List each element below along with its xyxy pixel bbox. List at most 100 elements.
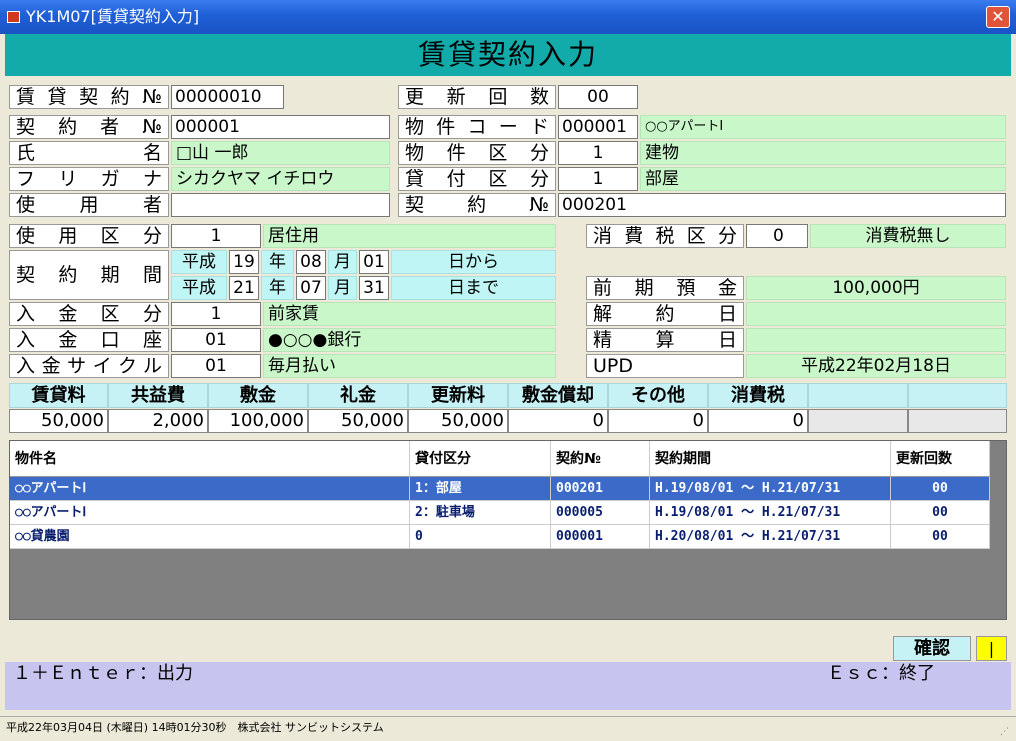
fee-header-common: 共益費 — [108, 383, 208, 408]
grid-cell-contract-no: 000005 — [551, 501, 650, 525]
upd-value: 平成22年02月18日 — [746, 354, 1006, 378]
table-row[interactable]: ○○アパートⅠ 2：駐車場 000005 H.19/08/01 ～ H.21/0… — [10, 501, 990, 525]
period-to-year[interactable]: 21 — [229, 276, 259, 300]
fee-renewal-field[interactable]: 50,000 — [408, 409, 508, 433]
fee-deposit-field[interactable]: 100,000 — [208, 409, 308, 433]
grid-cell-period: H.20/08/01 ～ H.21/07/31 — [650, 525, 891, 549]
period-from-month-unit: 月 — [328, 250, 357, 274]
grid-cell-property: ○○アパートⅠ — [10, 477, 410, 501]
fee-header-renewal: 更新料 — [408, 383, 508, 408]
table-row[interactable]: ○○貸農園 0 000001 H.20/08/01 ～ H.21/07/31 0… — [10, 525, 990, 549]
contract-no-field[interactable]: 00000010 — [171, 85, 284, 109]
fee-blank-field-2 — [908, 409, 1007, 433]
grid-cell-period: H.19/08/01 ～ H.21/07/31 — [650, 477, 891, 501]
resize-grip-icon[interactable]: ⋰ — [1000, 726, 1012, 738]
tax-kbn-label: 消費税区分 — [586, 224, 744, 248]
grid-col-property[interactable]: 物件名 — [10, 441, 410, 477]
fee-deposit-amort-field[interactable]: 0 — [508, 409, 608, 433]
property-kbn-name: 建物 — [640, 141, 1006, 165]
grid-cell-property: ○○アパートⅠ — [10, 501, 410, 525]
property-name: ○○アパートⅠ — [640, 115, 1006, 139]
keiyaku-no-field[interactable]: 000201 — [558, 193, 1006, 217]
lend-kbn-name: 部屋 — [640, 167, 1006, 191]
pay-kbn-name: 前家賃 — [263, 302, 556, 326]
pay-kbn-label: 入金区分 — [9, 302, 169, 326]
period-to-year-unit: 年 — [261, 276, 294, 300]
fee-header-other: その他 — [608, 383, 708, 408]
prepaid-label: 前期預金 — [586, 276, 744, 300]
cancel-date-value — [746, 302, 1006, 326]
name-value: □山 一郎 — [171, 141, 390, 165]
fee-header-blank-1 — [808, 383, 908, 408]
period-from-day[interactable]: 01 — [359, 250, 389, 274]
settle-date-value — [746, 328, 1006, 352]
grid-col-period[interactable]: 契約期間 — [650, 441, 891, 477]
period-from-era: 平成 — [171, 250, 227, 274]
tenant-no-field[interactable]: 000001 — [171, 115, 390, 139]
fee-header-deposit-amort: 敷金償却 — [508, 383, 608, 408]
fee-header-rent: 賃貸料 — [9, 383, 108, 408]
fee-header-tax: 消費税 — [708, 383, 808, 408]
property-code-field[interactable]: 000001 — [558, 115, 638, 139]
user-field[interactable] — [171, 193, 390, 217]
pay-account-name: ●○○●銀行 — [263, 328, 556, 352]
use-kbn-name: 居住用 — [263, 224, 556, 248]
period-to-month-unit: 月 — [328, 276, 357, 300]
fee-other-field[interactable]: 0 — [608, 409, 708, 433]
property-kbn-label: 物件区分 — [398, 141, 556, 165]
fee-header-deposit: 敷金 — [208, 383, 308, 408]
period-from-year-unit: 年 — [261, 250, 294, 274]
exit-key-hint: Ｅｓｃ：終了 — [827, 663, 935, 684]
fee-header-blank-2 — [908, 383, 1007, 408]
use-kbn-label: 使用区分 — [9, 224, 169, 248]
grid-col-renew[interactable]: 更新回数 — [891, 441, 990, 477]
keiyaku-no-label: 契約№ — [398, 193, 556, 217]
period-from-suffix: 日から — [391, 250, 556, 274]
grid-cell-lend-kbn: 2：駐車場 — [410, 501, 551, 525]
renew-count-label: 更新回数 — [398, 85, 556, 109]
table-row[interactable]: ○○アパートⅠ 1：部屋 000201 H.19/08/01 ～ H.21/07… — [10, 477, 990, 501]
name-label: 氏名 — [9, 141, 169, 165]
fee-tax-field[interactable]: 0 — [708, 409, 808, 433]
period-to-day[interactable]: 31 — [359, 276, 389, 300]
settle-date-label: 精算日 — [586, 328, 744, 352]
fee-common-field[interactable]: 2,000 — [108, 409, 208, 433]
use-kbn-field[interactable]: 1 — [171, 224, 261, 248]
grid-col-lend-kbn[interactable]: 貸付区分 — [410, 441, 551, 477]
property-code-label: 物件コード — [398, 115, 556, 139]
grid-cell-lend-kbn: 0 — [410, 525, 551, 549]
renew-count-field[interactable]: 00 — [558, 85, 638, 109]
grid-cell-renew: 00 — [891, 525, 990, 549]
period-to-month[interactable]: 07 — [296, 276, 326, 300]
pay-cycle-label: 入金サイクル — [9, 354, 169, 378]
pay-account-field[interactable]: 01 — [171, 328, 261, 352]
grid-cell-contract-no: 000001 — [551, 525, 650, 549]
lend-kbn-field[interactable]: 1 — [558, 167, 638, 191]
grid-cell-contract-no: 000201 — [551, 477, 650, 501]
contract-grid[interactable]: 物件名 貸付区分 契約№ 契約期間 更新回数 ○○アパートⅠ 1：部屋 0002… — [9, 440, 1007, 620]
fee-blank-field-1 — [808, 409, 908, 433]
period-to-suffix: 日まで — [391, 276, 556, 300]
tax-kbn-field[interactable]: 0 — [746, 224, 808, 248]
confirm-label: 確認 — [893, 636, 971, 661]
window-title: YK1M07[賃貸契約入力] — [26, 7, 200, 26]
period-from-month[interactable]: 08 — [296, 250, 326, 274]
grid-cell-period: H.19/08/01 ～ H.21/07/31 — [650, 501, 891, 525]
status-text: 平成22年03月04日 (木曜日) 14時01分30秒 株式会社 サンビットシス… — [6, 721, 384, 734]
period-label: 契約期間 — [9, 250, 169, 300]
grid-col-contract-no[interactable]: 契約№ — [551, 441, 650, 477]
fee-keymoney-field[interactable]: 50,000 — [308, 409, 408, 433]
status-bar: 平成22年03月04日 (木曜日) 14時01分30秒 株式会社 サンビットシス… — [0, 716, 1016, 741]
pay-cycle-name: 毎月払い — [263, 354, 556, 378]
output-key-hint: １＋Ｅｎｔｅｒ：出力 — [13, 663, 193, 684]
pay-kbn-field[interactable]: 1 — [171, 302, 261, 326]
property-kbn-field[interactable]: 1 — [558, 141, 638, 165]
period-from-year[interactable]: 19 — [229, 250, 259, 274]
fee-header-keymoney: 礼金 — [308, 383, 408, 408]
pay-cycle-field[interactable]: 01 — [171, 354, 261, 378]
fee-rent-field[interactable]: 50,000 — [9, 409, 108, 433]
confirm-input[interactable]: | — [976, 636, 1007, 661]
cancel-date-label: 解約日 — [586, 302, 744, 326]
close-button[interactable]: ✕ — [986, 6, 1010, 28]
upd-label: UPD — [586, 354, 744, 378]
